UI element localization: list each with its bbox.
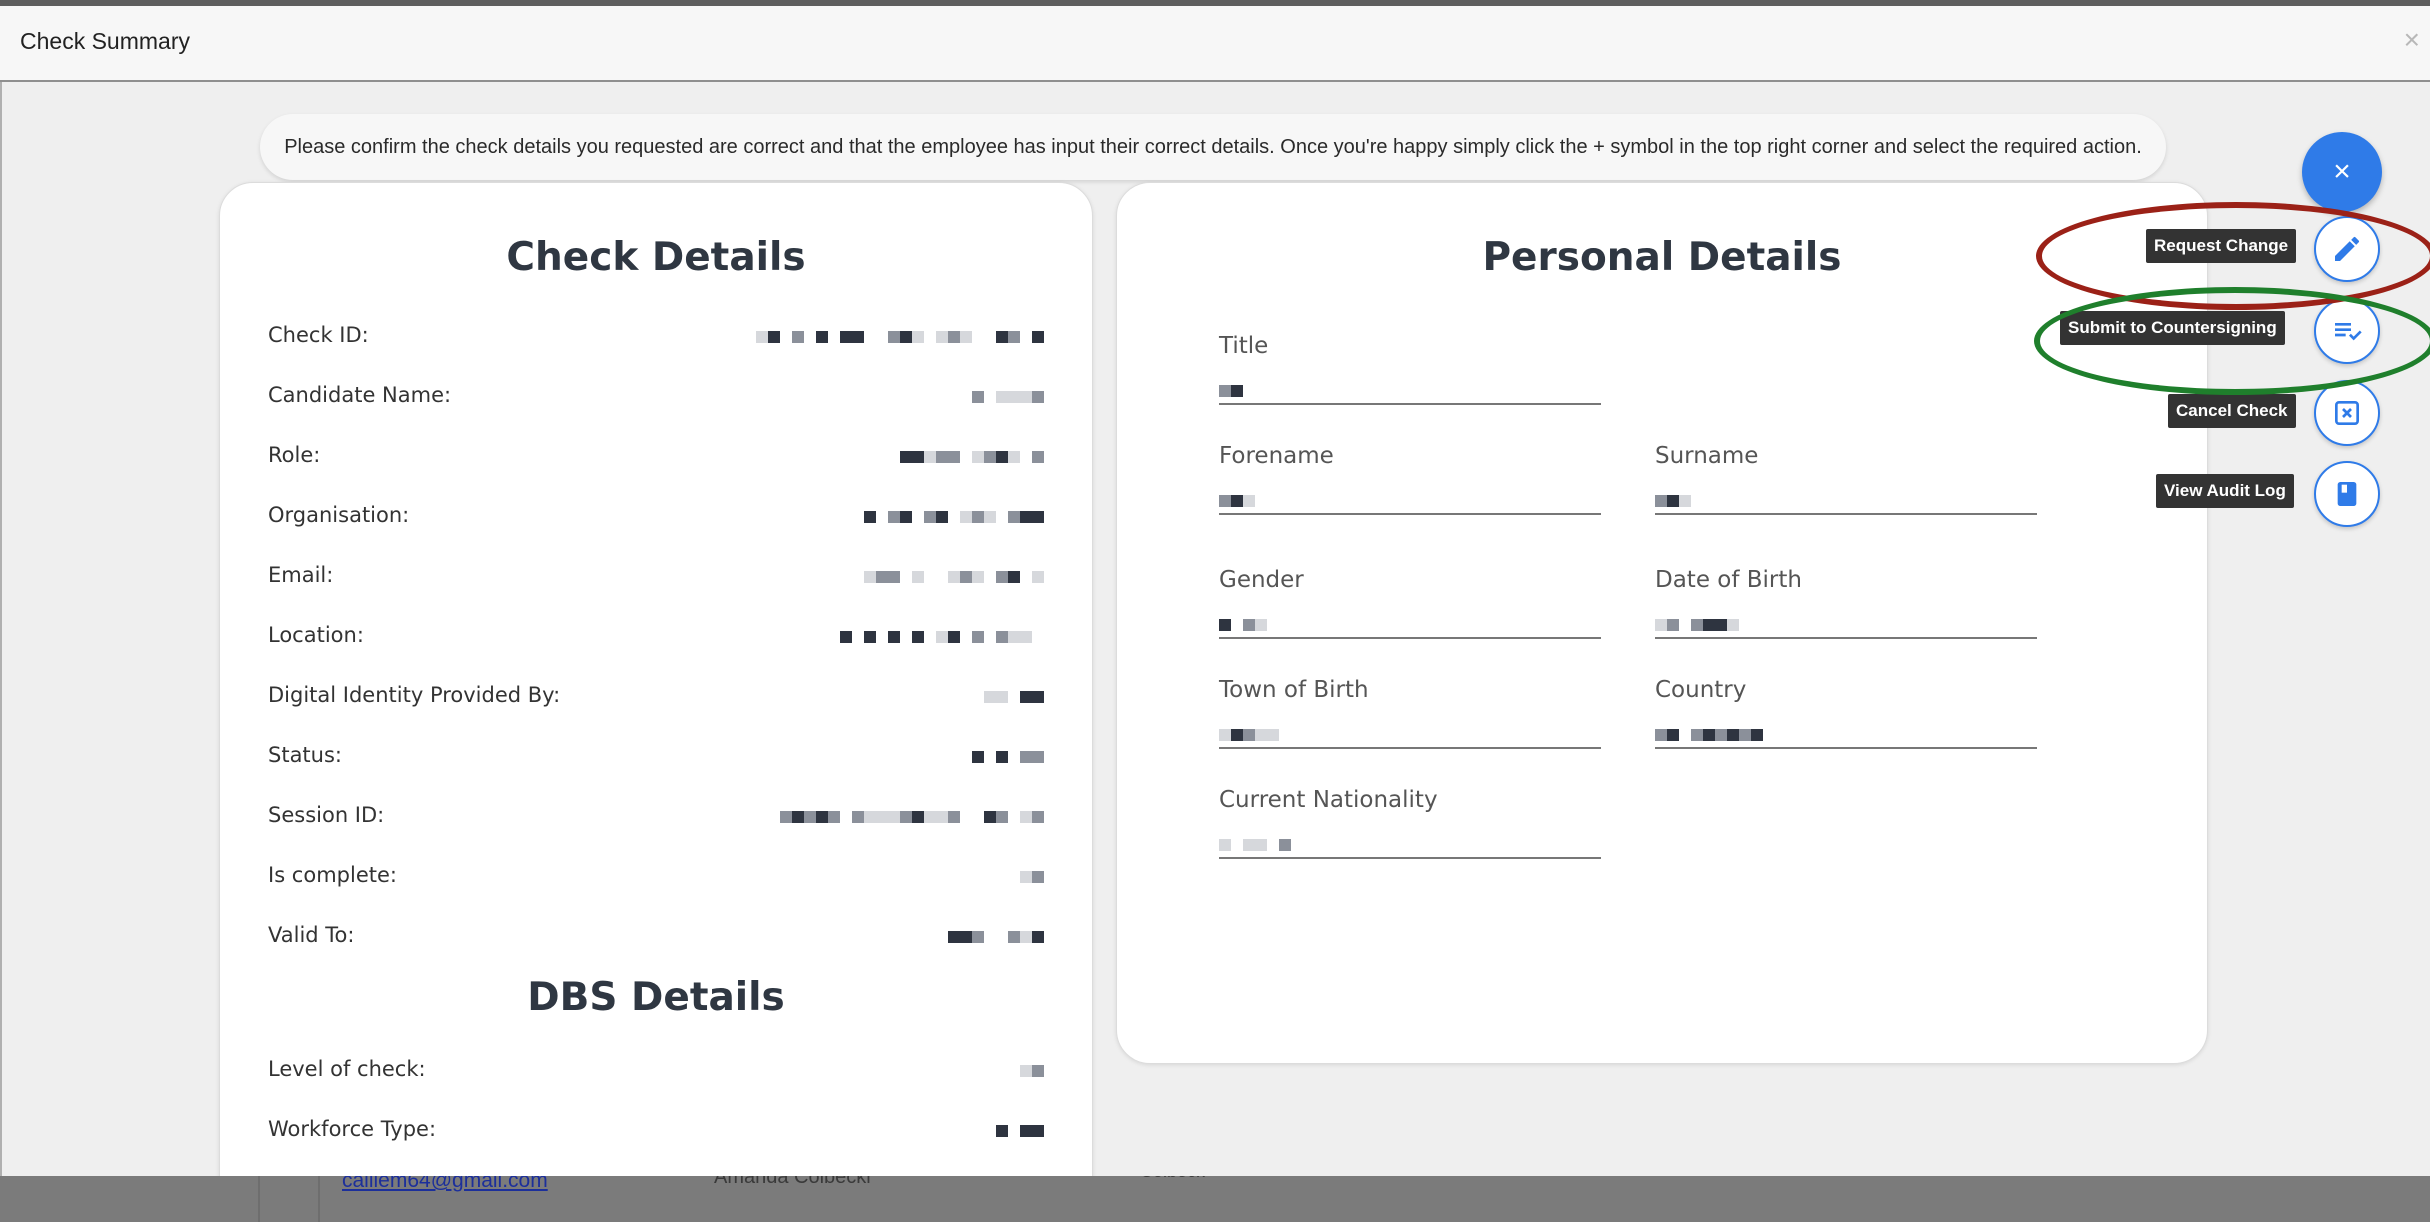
redacted-value — [996, 1117, 1044, 1145]
detail-row-workforce-type: Workforce Type: — [268, 1111, 1044, 1151]
check-details-title: Check Details — [506, 235, 806, 280]
detail-row-status: Status: — [268, 737, 1044, 777]
detail-row-organisation: Organisation: — [268, 497, 1044, 537]
detail-row-valid-to: Valid To: — [268, 917, 1044, 957]
detail-label: Role: — [268, 443, 321, 467]
detail-label: Digital Identity Provided By: — [268, 683, 561, 707]
detail-label: Candidate Name: — [268, 383, 452, 407]
redacted-value — [780, 803, 1044, 831]
redacted-value — [1219, 601, 1601, 639]
field-label: Date of Birth — [1655, 567, 1802, 593]
redacted-value — [1219, 821, 1601, 859]
field-label: Current Nationality — [1219, 787, 1438, 813]
date-of-birth-field: Date of Birth — [1655, 567, 2037, 639]
detail-label: Session ID: — [268, 803, 385, 827]
request-change-label[interactable]: Request Change — [2146, 229, 2297, 263]
speed-dial-close-button[interactable]: × — [2302, 132, 2382, 212]
instructions-notice: Please confirm the check details you req… — [260, 114, 2166, 180]
personal-details-title: Personal Details — [1482, 235, 1842, 280]
redacted-value — [1655, 477, 2037, 515]
field-label: Country — [1655, 677, 1747, 703]
redacted-value — [756, 323, 1044, 351]
personal-details-card: Personal Details Title Forename Surname … — [1116, 182, 2208, 1064]
modal-left-border — [0, 82, 2, 1176]
background-column-divider — [318, 1176, 320, 1222]
background-column-divider — [258, 1176, 260, 1222]
detail-row-role: Role: — [268, 437, 1044, 477]
redacted-value — [1655, 601, 2037, 639]
redacted-value — [1219, 477, 1601, 515]
cancel-check-button[interactable] — [2314, 380, 2380, 446]
redacted-value — [1020, 863, 1044, 891]
title-field: Title — [1219, 333, 1601, 405]
detail-label: Check ID: — [268, 323, 369, 347]
close-box-icon — [2335, 401, 2359, 425]
detail-row-location: Location: — [268, 617, 1044, 657]
redacted-value — [972, 743, 1044, 771]
view-audit-log-button[interactable] — [2314, 461, 2380, 527]
detail-row-digital-identity: Digital Identity Provided By: — [268, 677, 1044, 717]
redacted-value — [840, 623, 1044, 651]
redacted-value — [984, 683, 1044, 711]
submit-to-countersigning-button[interactable] — [2314, 298, 2380, 364]
redacted-value — [1655, 711, 2037, 749]
field-label: Gender — [1219, 567, 1304, 593]
dbs-details-title: DBS Details — [527, 975, 785, 1020]
town-of-birth-field: Town of Birth — [1219, 677, 1601, 749]
detail-row-check-id: Check ID: — [268, 317, 1044, 357]
check-details-card: Check Details Check ID: Candidate Name: … — [219, 182, 1093, 1176]
cancel-check-label[interactable]: Cancel Check — [2168, 394, 2296, 428]
redacted-value — [864, 503, 1044, 531]
detail-row-session-id: Session ID: — [268, 797, 1044, 837]
close-icon: × — [2333, 155, 2351, 188]
detail-label: Valid To: — [268, 923, 355, 947]
field-label: Forename — [1219, 443, 1334, 469]
playlist-check-icon — [2335, 323, 2362, 341]
detail-row-is-complete: Is complete: — [268, 857, 1044, 897]
forename-field: Forename — [1219, 443, 1601, 515]
detail-row-email: Email: — [268, 557, 1044, 597]
detail-label: Status: — [268, 743, 342, 767]
detail-label: Workforce Type: — [268, 1117, 437, 1141]
redacted-value — [1219, 711, 1601, 749]
redacted-value — [900, 443, 1044, 471]
view-audit-log-label[interactable]: View Audit Log — [2156, 474, 2294, 508]
redacted-value — [972, 383, 1044, 411]
detail-label: Location: — [268, 623, 364, 647]
request-change-button[interactable] — [2314, 216, 2380, 282]
detail-label: Level of check: — [268, 1057, 426, 1081]
surname-field: Surname — [1655, 443, 2037, 515]
detail-label: Organisation: — [268, 503, 410, 527]
country-field: Country — [1655, 677, 2037, 749]
redacted-value — [1020, 1057, 1044, 1085]
pencil-icon — [2335, 236, 2360, 261]
close-icon[interactable]: × — [2404, 24, 2420, 56]
modal-header: Check Summary × — [0, 6, 2430, 82]
gender-field: Gender — [1219, 567, 1601, 639]
field-label: Town of Birth — [1219, 677, 1369, 703]
book-icon — [2337, 482, 2357, 506]
detail-label: Email: — [268, 563, 334, 587]
redacted-value — [864, 563, 1044, 591]
detail-label: Is complete: — [268, 863, 397, 887]
check-summary-modal: Check Summary × Please confirm the check… — [0, 6, 2430, 1176]
field-label: Title — [1219, 333, 1269, 359]
submit-to-countersigning-label[interactable]: Submit to Countersigning — [2060, 311, 2285, 345]
redacted-value — [1219, 367, 1601, 405]
detail-row-level-of-check: Level of check: — [268, 1051, 1044, 1091]
redacted-value — [948, 923, 1044, 951]
modal-title: Check Summary — [20, 28, 190, 54]
detail-row-candidate-name: Candidate Name: — [268, 377, 1044, 417]
field-label: Surname — [1655, 443, 1759, 469]
current-nationality-field: Current Nationality — [1219, 787, 1601, 859]
